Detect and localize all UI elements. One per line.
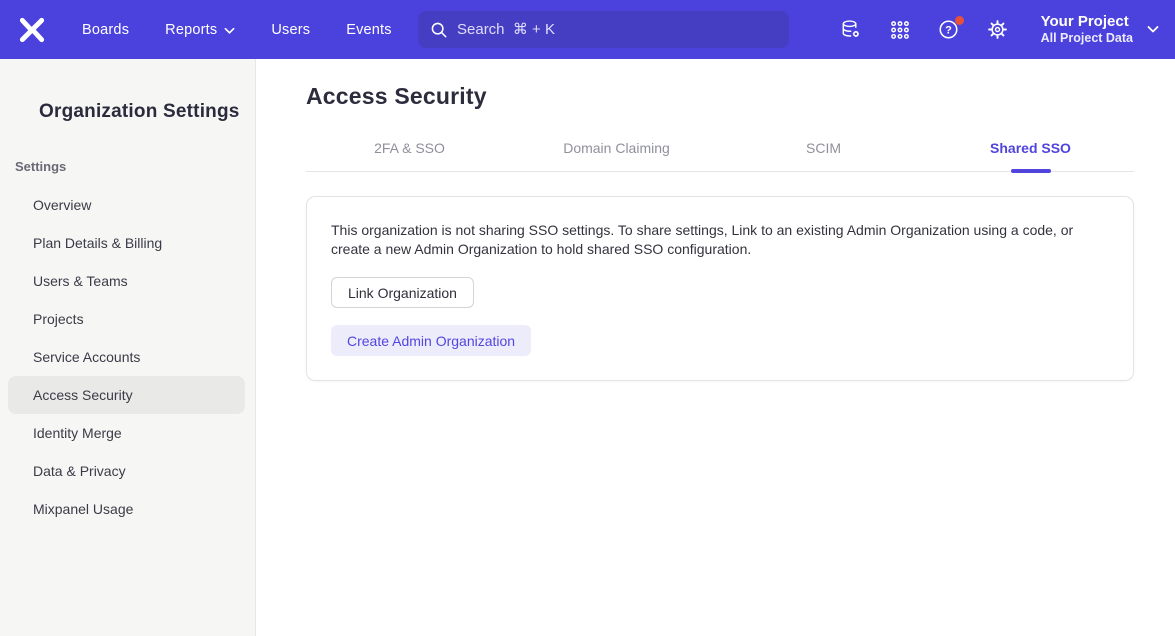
nav-link-events[interactable]: Events <box>346 22 392 38</box>
sidebar-item-service-accounts[interactable]: Service Accounts <box>8 338 245 376</box>
nav-link-users[interactable]: Users <box>271 22 310 38</box>
top-navbar: Boards Reports Users Events <box>0 0 1175 59</box>
sidebar-item-mixpanel-usage[interactable]: Mixpanel Usage <box>8 490 245 528</box>
nav-link-boards-label: Boards <box>82 22 129 38</box>
project-info: Your Project All Project Data <box>1041 13 1133 46</box>
main-content: Access Security 2FA & SSO Domain Claimin… <box>256 59 1175 636</box>
shared-sso-card: This organization is not sharing SSO set… <box>306 196 1134 381</box>
project-switcher[interactable]: Your Project All Project Data <box>1041 13 1159 46</box>
project-name: Your Project <box>1041 13 1129 31</box>
chevron-down-icon <box>224 27 235 35</box>
sidebar-item-identity-merge[interactable]: Identity Merge <box>8 414 245 452</box>
settings-sidebar: Organization Settings Settings Overview … <box>0 59 256 636</box>
page-title: Access Security <box>306 83 1134 110</box>
chevron-down-icon <box>1147 25 1159 34</box>
sidebar-item-data-privacy[interactable]: Data & Privacy <box>8 452 245 490</box>
create-admin-organization-button[interactable]: Create Admin Organization <box>331 325 531 356</box>
svg-text:?: ? <box>945 24 952 36</box>
tab-scim[interactable]: SCIM <box>720 140 927 171</box>
help-icon[interactable]: ? <box>937 18 961 42</box>
nav-links: Boards Reports Users Events <box>82 22 392 38</box>
nav-link-boards[interactable]: Boards <box>82 22 129 38</box>
search-bar[interactable] <box>418 11 789 48</box>
nav-link-users-label: Users <box>271 22 310 38</box>
notification-dot <box>955 16 964 25</box>
apps-grid-icon[interactable] <box>888 18 912 42</box>
nav-link-reports-label: Reports <box>165 22 217 38</box>
navbar-right-tools: ? Your Project All Project Data <box>839 0 1159 59</box>
gear-icon[interactable] <box>986 18 1010 42</box>
tab-shared-sso[interactable]: Shared SSO <box>927 140 1134 171</box>
sidebar-item-projects[interactable]: Projects <box>8 300 245 338</box>
sidebar-title: Organization Settings <box>39 101 255 123</box>
sidebar-item-users-teams[interactable]: Users & Teams <box>8 262 245 300</box>
nav-link-reports[interactable]: Reports <box>165 22 235 38</box>
nav-link-events-label: Events <box>346 22 392 38</box>
project-data-view: All Project Data <box>1041 31 1133 46</box>
mixpanel-logo-icon[interactable] <box>15 13 49 47</box>
link-organization-button[interactable]: Link Organization <box>331 277 474 308</box>
shared-sso-description: This organization is not sharing SSO set… <box>331 221 1106 259</box>
search-input[interactable] <box>457 21 757 38</box>
search-icon <box>430 21 448 39</box>
sidebar-section-label: Settings <box>15 159 255 174</box>
sidebar-item-overview[interactable]: Overview <box>8 186 245 224</box>
card-actions: Link Organization Create Admin Organizat… <box>331 259 1109 356</box>
tab-2fa-sso[interactable]: 2FA & SSO <box>306 140 513 171</box>
sidebar-item-access-security[interactable]: Access Security <box>8 376 245 414</box>
tab-domain-claiming[interactable]: Domain Claiming <box>513 140 720 171</box>
access-security-tabs: 2FA & SSO Domain Claiming SCIM Shared SS… <box>306 140 1134 172</box>
data-connections-icon[interactable] <box>839 18 863 42</box>
sidebar-item-plan-details-billing[interactable]: Plan Details & Billing <box>8 224 245 262</box>
sidebar-items: Overview Plan Details & Billing Users & … <box>0 186 255 528</box>
